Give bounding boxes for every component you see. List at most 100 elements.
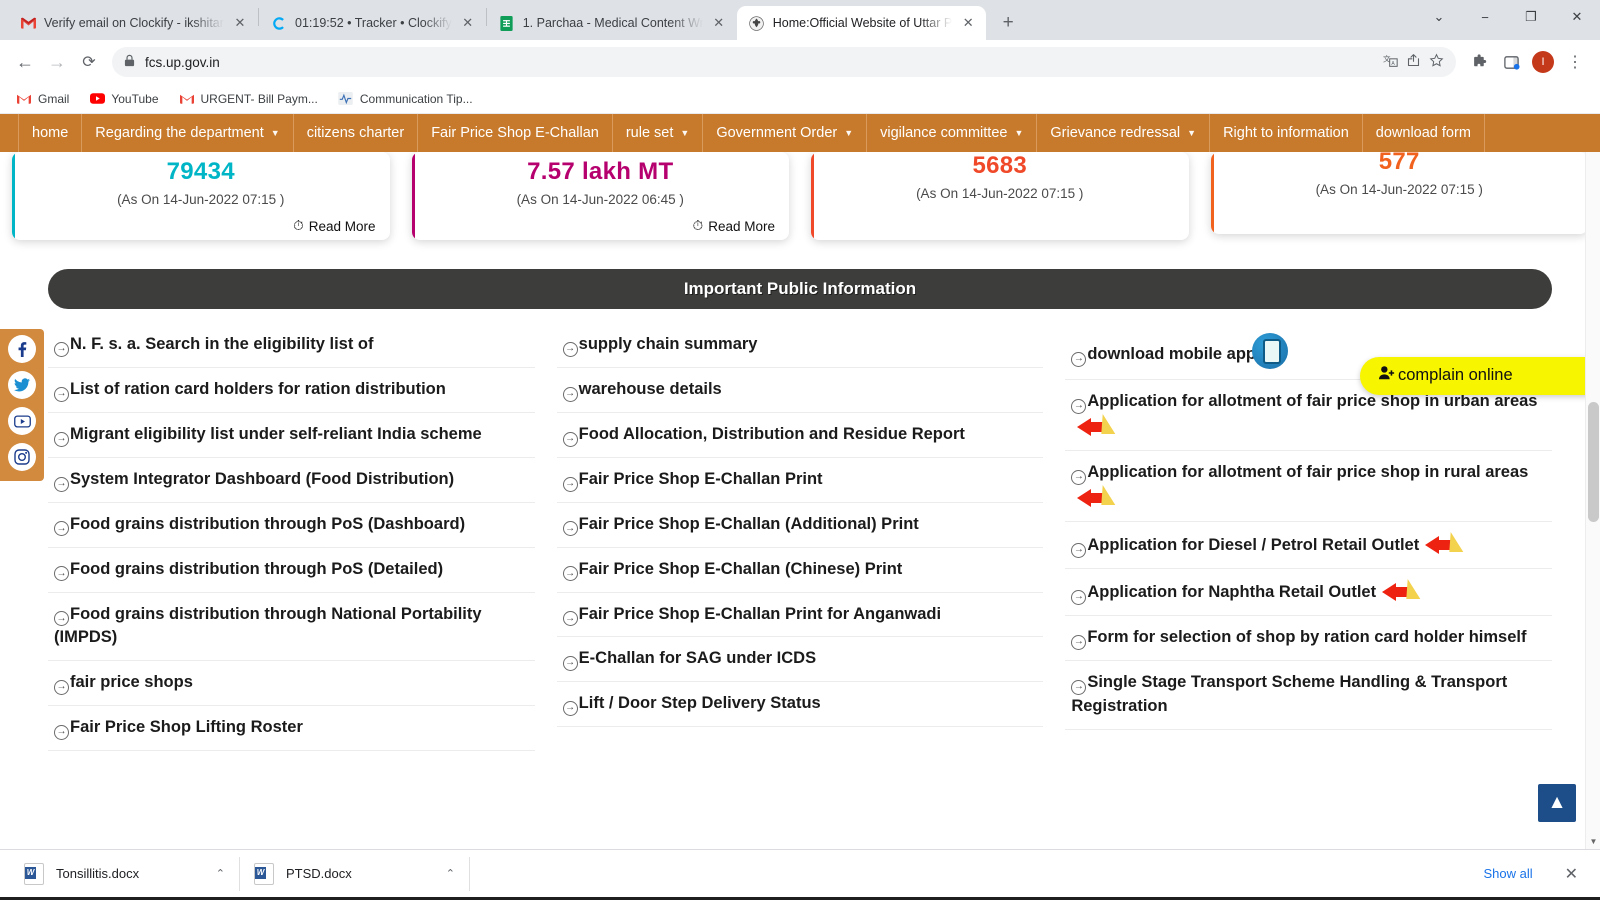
bookmark-urgent-bill[interactable]: URGENT- Bill Paym... <box>171 88 326 110</box>
scrollbar-down-arrow-icon[interactable]: ▼ <box>1586 833 1600 849</box>
list-item[interactable]: → Migrant eligibility list under self-rel… <box>48 412 535 458</box>
browser-tab-4-active[interactable]: Home:Official Website of Uttar P ✕ <box>736 6 987 40</box>
list-item[interactable]: → Fair Price Shop Lifting Roster <box>48 706 535 752</box>
list-item[interactable]: → warehouse details <box>556 367 1044 413</box>
bookmark-youtube[interactable]: YouTube <box>81 88 166 110</box>
gmail-icon <box>179 91 195 107</box>
list-item[interactable]: → Food grains distribution through PoS (D… <box>48 547 535 593</box>
close-icon[interactable]: ✕ <box>232 15 248 31</box>
page-viewport: home Regarding the department ▼ citizens… <box>0 114 1600 849</box>
scroll-to-top-button[interactable]: ▲ <box>1538 784 1576 822</box>
page-scrollbar[interactable]: ▲ ▼ <box>1585 114 1600 849</box>
profile-avatar[interactable]: I <box>1528 47 1558 77</box>
tab-title: 1. Parchaa - Medical Content Wri <box>522 16 703 30</box>
close-window-button[interactable]: ✕ <box>1554 0 1600 34</box>
list-item[interactable]: → Fair Price Shop E-Challan Print <box>556 457 1044 503</box>
public-information-columns: → N. F. s. a. Search in the eligibility l… <box>48 323 1552 752</box>
close-icon[interactable]: ✕ <box>460 15 476 31</box>
instagram-icon[interactable] <box>8 443 36 471</box>
complain-online-button[interactable]: complain online <box>1360 357 1600 395</box>
reload-icon[interactable]: ⟳ <box>74 47 104 77</box>
close-shelf-icon[interactable]: ✕ <box>1559 864 1584 884</box>
nav-item-fair-price-shop-e-challan[interactable]: Fair Price Shop E-Challan <box>418 114 613 152</box>
arrow-right-icon: → <box>1071 679 1087 695</box>
read-more-link[interactable]: ⏱ Read More <box>293 218 375 234</box>
twitter-icon[interactable] <box>8 371 36 399</box>
list-item[interactable]: → Application for Naphtha Retail Outlet <box>1065 568 1552 616</box>
link-label: Food grains distribution through PoS (Da… <box>70 514 466 533</box>
browser-tab-2[interactable]: 01:19:52 • Tracker • Clockify ✕ <box>259 6 486 40</box>
list-item[interactable]: → Food grains distribution through PoS (D… <box>48 502 535 548</box>
nav-item-regarding-the-department[interactable]: Regarding the department ▼ <box>82 114 294 152</box>
read-more-link[interactable]: ⏱ Read More <box>693 218 775 234</box>
nav-label: Right to information <box>1223 125 1349 141</box>
list-item[interactable]: → Application for Diesel / Petrol Retail … <box>1065 521 1552 569</box>
list-item[interactable]: → Application for allotment of fair price… <box>1065 450 1552 522</box>
list-item[interactable]: → Fair Price Shop E-Challan (Additional) … <box>556 502 1044 548</box>
link-label: Lift / Door Step Delivery Status <box>578 694 821 713</box>
list-item[interactable]: → Fair Price Shop E-Challan (Chinese) Pri… <box>556 547 1044 593</box>
list-item[interactable]: → Single Stage Transport Scheme Handling … <box>1065 660 1552 730</box>
browser-menu-icon[interactable]: ⋮ <box>1560 47 1590 77</box>
minimize-button[interactable]: − <box>1462 0 1508 34</box>
nav-item-grievance-redressal[interactable]: Grievance redressal ▼ <box>1037 114 1211 152</box>
chevron-up-icon[interactable]: ⌃ <box>446 867 455 880</box>
nav-item-home[interactable]: home <box>18 114 83 152</box>
share-icon[interactable] <box>1406 53 1421 71</box>
download-item-1[interactable]: W Tonsillitis.docx ⌃ <box>10 856 240 891</box>
tab-title: 01:19:52 • Tracker • Clockify <box>295 16 452 30</box>
arrow-right-icon: → <box>1071 469 1087 485</box>
address-bar[interactable]: fcs.up.gov.in 文A <box>112 47 1456 77</box>
bookmark-communication-tips[interactable]: Communication Tip... <box>330 88 481 110</box>
nav-item-rule-set[interactable]: rule set ▼ <box>613 114 704 152</box>
chevron-down-icon: ▼ <box>270 128 280 138</box>
list-item[interactable]: → Fair Price Shop E-Challan Print for Ang… <box>556 592 1044 638</box>
arrow-right-icon: → <box>54 476 69 492</box>
stat-card-4: 577 (As On 14-Jun-2022 07:15 ) <box>1210 152 1588 234</box>
site-navigation: home Regarding the department ▼ citizens… <box>0 114 1600 152</box>
list-item[interactable]: → Food Allocation, Distribution and Resid… <box>556 412 1044 458</box>
stat-value: 7.57 lakh MT <box>527 158 674 185</box>
star-icon[interactable] <box>1429 53 1444 71</box>
arrow-right-icon: → <box>1071 634 1087 650</box>
chevron-up-icon[interactable]: ⌃ <box>216 867 225 880</box>
nav-label: citizens charter <box>306 125 405 141</box>
download-item-2[interactable]: W PTSD.docx ⌃ <box>240 856 470 891</box>
translate-icon[interactable]: 文A <box>1383 53 1398 71</box>
scrollbar-thumb[interactable] <box>1588 402 1599 522</box>
side-panel-icon[interactable] <box>1496 47 1526 77</box>
stat-timestamp: (As On 14-Jun-2022 06:45 ) <box>516 192 684 207</box>
list-item[interactable]: → supply chain summary <box>556 323 1044 368</box>
nav-item-vigilance-committee[interactable]: vigilance committee ▼ <box>867 114 1038 152</box>
maximize-button[interactable]: ❐ <box>1508 0 1554 34</box>
chevron-down-icon: ▼ <box>680 128 690 138</box>
show-all-downloads-button[interactable]: Show all <box>1471 860 1544 887</box>
nav-item-right-to-information[interactable]: Right to information <box>1210 114 1363 152</box>
nav-item-government-order[interactable]: Government Order ▼ <box>703 114 868 152</box>
tab-search-icon[interactable]: ⌄ <box>1416 0 1462 34</box>
list-item[interactable]: → Food grains distribution through Nation… <box>48 592 535 662</box>
nav-item-citizens-charter[interactable]: citizens charter <box>294 114 419 152</box>
nav-item-download-form[interactable]: download form <box>1363 114 1485 152</box>
forward-icon[interactable]: → <box>42 47 72 77</box>
facebook-icon[interactable] <box>8 335 36 363</box>
list-item[interactable]: → List of ration card holders for ration … <box>48 367 535 413</box>
link-label: supply chain summary <box>578 335 758 353</box>
youtube-icon[interactable] <box>8 407 36 435</box>
browser-tab-3[interactable]: 1. Parchaa - Medical Content Wri ✕ <box>487 6 737 40</box>
bookmark-label: YouTube <box>111 91 159 106</box>
list-item[interactable]: → Lift / Door Step Delivery Status <box>556 682 1044 728</box>
puzzle-icon[interactable] <box>1464 47 1494 77</box>
close-icon[interactable]: ✕ <box>960 15 976 31</box>
nav-label: vigilance committee <box>880 125 1008 141</box>
close-icon[interactable]: ✕ <box>711 15 727 31</box>
list-item[interactable]: → E-Challan for SAG under ICDS <box>556 637 1044 683</box>
browser-tab-1[interactable]: Verify email on Clockify - ikshitan ✕ <box>8 6 258 40</box>
back-icon[interactable]: ← <box>10 47 40 77</box>
list-item[interactable]: → Form for selection of shop by ration ca… <box>1065 615 1552 661</box>
bookmark-gmail[interactable]: Gmail <box>8 88 77 110</box>
list-item[interactable]: → fair price shops <box>48 661 535 707</box>
new-tab-button[interactable]: + <box>994 9 1022 37</box>
list-item[interactable]: → System Integrator Dashboard (Food Distr… <box>48 457 535 503</box>
list-item[interactable]: → N. F. s. a. Search in the eligibility l… <box>48 323 535 368</box>
